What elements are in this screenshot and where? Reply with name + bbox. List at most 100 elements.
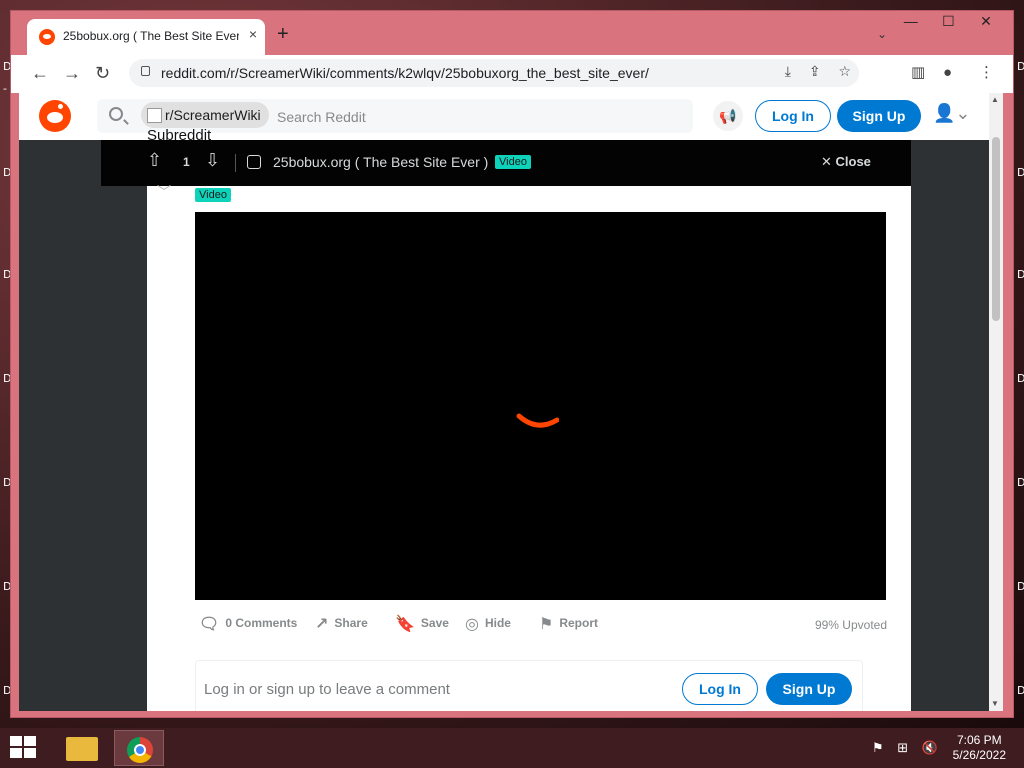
side-panel-icon[interactable]: ▥ <box>911 63 925 83</box>
loading-spinner-icon <box>516 413 559 428</box>
comment-prompt: Log in or sign up to leave a comment <box>204 681 450 698</box>
edge-mark: D <box>1017 476 1024 489</box>
broken-image-icon <box>147 108 162 123</box>
volume-muted-icon[interactable]: 🔇 <box>922 740 938 755</box>
post-card: ﹀ Video 🗨 0 Comments ↗ Share 🔖 Save ◎ Hide ⚑… <box>147 184 911 711</box>
signup-button[interactable]: Sign Up <box>837 100 921 132</box>
back-button[interactable]: ← <box>31 63 49 83</box>
reddit-logo-icon[interactable] <box>39 100 71 132</box>
user-menu-icon[interactable]: 👤⌄ <box>933 103 971 124</box>
lock-icon[interactable] <box>141 66 150 76</box>
menu-icon[interactable]: ⋮ <box>979 63 994 83</box>
flag-icon: ⚑ <box>539 616 554 633</box>
tab-close-icon[interactable]: × <box>249 26 257 42</box>
windows-start-button[interactable] <box>10 736 38 760</box>
advertise-icon[interactable]: 📢 <box>713 101 743 131</box>
tab-strip: 25bobux.org ( The Best Site Ever ) × + ⌄… <box>11 11 1013 55</box>
clock-date: 5/26/2022 <box>952 748 1006 762</box>
share-label: Share <box>334 616 368 630</box>
bookmark-icon: 🔖 <box>395 616 415 633</box>
subreddit-chip[interactable]: r/ScreamerWiki <box>141 102 269 128</box>
maximize-button[interactable]: ☐ <box>931 13 965 30</box>
browser-window: 25bobux.org ( The Best Site Ever ) × + ⌄… <box>10 10 1014 718</box>
address-bar[interactable]: reddit.com/r/ScreamerWiki/comments/k2wlq… <box>129 59 859 87</box>
video-post-icon <box>247 155 261 169</box>
post-flair: Video <box>195 188 231 202</box>
video-flair: Video <box>495 155 531 169</box>
edge-mark: D <box>1017 684 1024 697</box>
scroll-up-icon[interactable]: ▲ <box>991 95 999 104</box>
post-title: 25bobux.org ( The Best Site Ever ) <box>273 154 489 170</box>
reddit-page: r/ScreamerWiki Subreddit Search Reddit 📢… <box>19 93 1003 711</box>
close-post-button[interactable]: ✕ Close <box>821 154 871 170</box>
edge-mark: D <box>1017 268 1024 281</box>
download-icon[interactable]: ⤓ <box>785 63 791 79</box>
comment-login-button[interactable]: Log In <box>682 673 758 705</box>
edge-mark: D <box>1017 166 1024 179</box>
close-label: Close <box>835 154 871 169</box>
clock-time: 7:06 PM <box>956 733 1002 747</box>
bookmark-star-icon[interactable]: ☆ <box>838 63 851 79</box>
subreddit-chip-label: r/ScreamerWiki <box>165 107 261 123</box>
window-controls: — ☐ ✕ <box>894 13 1003 30</box>
edge-mark: D <box>1017 580 1024 593</box>
share-icon[interactable]: ⇪ <box>809 63 821 79</box>
search-icon <box>109 107 123 121</box>
save-label: Save <box>420 616 449 630</box>
edge-mark: - <box>3 82 7 95</box>
chrome-icon <box>127 737 153 763</box>
edge-mark: D <box>1017 60 1024 73</box>
post-overlay-bar: ⇧ 1 ⇩ 25bobux.org ( The Best Site Ever )… <box>101 140 911 186</box>
vote-score: 1 <box>183 155 190 169</box>
comment-signup-button[interactable]: Sign Up <box>766 673 852 705</box>
comment-login-box: Log in or sign up to leave a comment Log… <box>195 660 863 711</box>
url-text[interactable]: reddit.com/r/ScreamerWiki/comments/k2wlq… <box>161 65 649 81</box>
search-input[interactable]: Search Reddit <box>277 109 366 125</box>
close-window-button[interactable]: ✕ <box>969 13 1003 30</box>
hide-label: Hide <box>484 616 511 630</box>
chevron-down-icon: ﹀ <box>157 184 171 200</box>
post-actions: 🗨 0 Comments ↗ Share 🔖 Save ◎ Hide ⚑ Report <box>195 614 875 636</box>
scroll-down-icon[interactable]: ▼ <box>991 699 999 708</box>
share-arrow-icon: ↗ <box>315 616 329 633</box>
forward-button[interactable]: → <box>63 63 81 83</box>
taskbar: ⚑ ⊞ 🔇 7:06 PM 5/26/2022 <box>0 728 1024 768</box>
tab-title: 25bobux.org ( The Best Site Ever ) <box>63 29 239 43</box>
video-player[interactable] <box>195 212 886 600</box>
profile-icon[interactable]: ● <box>943 63 952 83</box>
comments-label: 0 Comments <box>225 616 298 630</box>
browser-toolbar: ← → ↻ reddit.com/r/ScreamerWiki/comments… <box>11 55 1013 93</box>
hide-button[interactable]: ◎ Hide <box>465 614 511 634</box>
upvote-ratio: 99% Upvoted <box>814 618 887 632</box>
system-tray: ⚑ ⊞ 🔇 <box>872 740 948 756</box>
report-button[interactable]: ⚑ Report <box>539 614 598 634</box>
scrollbar-thumb[interactable] <box>992 137 1000 321</box>
edge-mark: D <box>1017 372 1024 385</box>
eye-slash-icon: ◎ <box>465 616 479 633</box>
reddit-header: r/ScreamerWiki Subreddit Search Reddit 📢… <box>19 93 1003 144</box>
folder-icon <box>66 737 98 761</box>
divider <box>235 154 236 172</box>
share-button[interactable]: ↗ Share <box>315 614 368 634</box>
chrome-taskbar-button[interactable] <box>114 730 164 766</box>
new-tab-button[interactable]: + <box>277 24 289 44</box>
upvote-icon[interactable]: ⇧ <box>147 150 162 171</box>
comment-icon: 🗨 <box>199 616 220 633</box>
reddit-favicon-icon <box>39 29 55 45</box>
tab-search-icon[interactable]: ⌄ <box>877 27 887 41</box>
downvote-icon[interactable]: ⇩ <box>205 150 220 171</box>
login-button[interactable]: Log In <box>755 100 831 132</box>
comments-button[interactable]: 🗨 0 Comments <box>199 614 297 634</box>
browser-tab[interactable]: 25bobux.org ( The Best Site Ever ) × <box>27 19 265 55</box>
save-button[interactable]: 🔖 Save <box>395 614 449 634</box>
reload-button[interactable]: ↻ <box>95 63 110 83</box>
network-icon[interactable]: ⊞ <box>897 740 908 755</box>
omnibox-actions: ⤓ ⇪ ☆ <box>771 63 851 80</box>
file-explorer-taskbar-button[interactable] <box>58 730 108 766</box>
report-label: Report <box>559 616 599 630</box>
search-bar[interactable]: r/ScreamerWiki Subreddit Search Reddit <box>97 99 693 144</box>
minimize-button[interactable]: — <box>894 13 928 29</box>
page-scrollbar[interactable]: ▲ ▼ <box>989 93 1003 711</box>
action-center-flag-icon[interactable]: ⚑ <box>872 740 884 755</box>
taskbar-clock[interactable]: 7:06 PM 5/26/2022 <box>953 733 1006 763</box>
